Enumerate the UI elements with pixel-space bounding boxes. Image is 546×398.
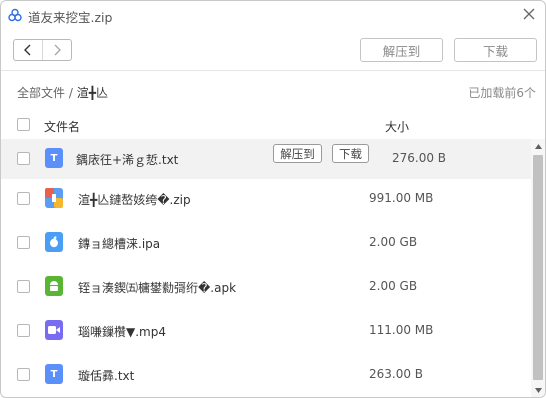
file-name: 瑙嗛鏁欑▼.mp4 xyxy=(78,325,166,339)
select-all-checkbox[interactable] xyxy=(17,118,30,131)
table-row[interactable]: T 璇佸彞.txt 263.00 B xyxy=(1,355,531,395)
vertical-scrollbar[interactable] xyxy=(531,139,545,397)
list-header: 文件名 大小 xyxy=(1,111,531,139)
chevron-left-icon xyxy=(24,44,31,56)
breadcrumb-current: 渲╋亾 xyxy=(76,86,108,100)
breadcrumb-root[interactable]: 全部文件 xyxy=(17,86,65,100)
window-title: 道友来挖宝.zip xyxy=(28,10,113,25)
txt-file-icon: T xyxy=(45,364,63,384)
row-checkbox[interactable] xyxy=(17,280,30,293)
column-header-size[interactable]: 大小 xyxy=(385,118,409,135)
history-nav xyxy=(13,39,72,61)
breadcrumb-separator: / xyxy=(68,86,73,100)
apple-file-icon xyxy=(45,232,63,252)
title-bar: 道友来挖宝.zip xyxy=(1,1,545,29)
row-download-button[interactable]: 下载 xyxy=(332,144,369,163)
table-row[interactable]: 渲╋亾鏈嶅姟绔�.zip 991.00 MB xyxy=(1,179,531,219)
breadcrumb: 全部文件 / 渲╋亾 xyxy=(17,84,108,101)
extract-button[interactable]: 解压到 xyxy=(360,38,443,62)
back-button[interactable] xyxy=(14,40,42,60)
file-name: 鏄ョ總槽涞.ipa xyxy=(78,237,161,251)
table-row[interactable]: 瑙嗛鏁欑▼.mp4 111.00 MB xyxy=(1,311,531,351)
txt-file-icon: T xyxy=(45,148,63,168)
row-extract-button[interactable]: 解压到 xyxy=(273,144,322,163)
table-row[interactable]: 鏄ョ總槽涞.ipa 2.00 GB xyxy=(1,223,531,263)
android-file-icon xyxy=(45,276,63,296)
loaded-count: 已加载前6个 xyxy=(468,86,536,100)
file-size: 263.00 B xyxy=(369,367,424,381)
row-checkbox[interactable] xyxy=(17,368,30,381)
row-checkbox[interactable] xyxy=(17,152,30,165)
archive-window: 道友来挖宝.zip 解压到 下载 全部文件 / 渲╋亾 已加载前6个 文件名 大… xyxy=(0,0,546,398)
column-header-name[interactable]: 文件名 xyxy=(44,118,80,135)
scrollbar-thumb[interactable] xyxy=(533,155,543,380)
file-list: T 鍝庡彺+浠ｇ悊.txt 解压到 下载 276.00 B 渲╋亾鏈嶅姟绔�.z… xyxy=(1,139,531,397)
row-checkbox[interactable] xyxy=(17,236,30,249)
arrow-up-icon[interactable] xyxy=(531,139,545,153)
chevron-right-icon xyxy=(54,44,62,56)
file-name: 渲╋亾鏈嶅姟绔�.zip xyxy=(78,193,191,207)
file-size: 276.00 B xyxy=(392,151,447,165)
file-name: 铚ョ湊鍥㈤槦鐢勬彁绗�.apk xyxy=(78,281,237,295)
cloud-icon xyxy=(8,8,22,22)
toolbar: 解压到 下载 xyxy=(1,29,545,71)
row-checkbox[interactable] xyxy=(17,324,30,337)
table-row[interactable]: 铚ョ湊鍥㈤槦鐢勬彁绗�.apk 2.00 GB xyxy=(1,267,531,307)
file-name: 鍝庡彺+浠ｇ悊.txt xyxy=(76,153,179,167)
path-bar: 全部文件 / 渲╋亾 已加载前6个 xyxy=(1,71,545,111)
download-button[interactable]: 下载 xyxy=(454,38,537,62)
forward-button[interactable] xyxy=(42,40,71,60)
file-size: 111.00 MB xyxy=(369,323,434,337)
file-name: 璇佸彞.txt xyxy=(78,369,135,383)
file-size: 2.00 GB xyxy=(369,235,418,249)
arrow-down-icon[interactable] xyxy=(531,383,545,397)
video-file-icon xyxy=(45,320,63,340)
file-size: 2.00 GB xyxy=(369,279,418,293)
close-icon[interactable] xyxy=(521,6,537,22)
file-size: 991.00 MB xyxy=(369,191,434,205)
table-row[interactable]: T 鍝庡彺+浠ｇ悊.txt 解压到 下载 276.00 B xyxy=(1,139,531,179)
zip-file-icon xyxy=(45,188,63,208)
row-checkbox[interactable] xyxy=(17,192,30,205)
